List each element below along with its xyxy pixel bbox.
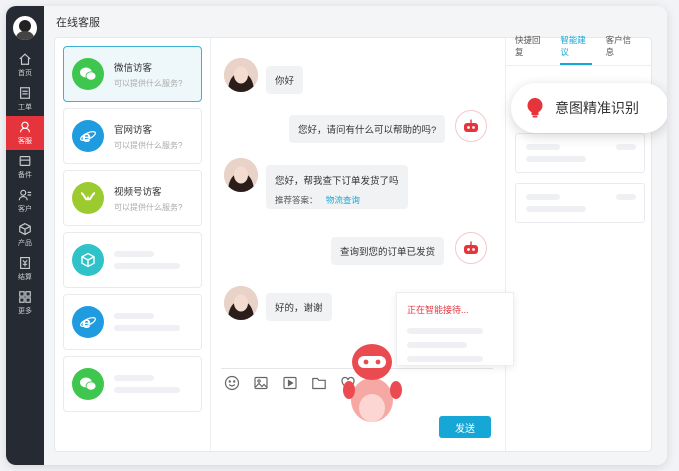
visitor-item-placeholder[interactable]: e xyxy=(63,294,202,350)
visitor-item-video-channel[interactable]: 视频号访客 可以提供什么服务? xyxy=(63,170,202,226)
placeholder-line xyxy=(526,206,586,212)
chat-message-visitor: 好的，谢谢 xyxy=(266,293,332,321)
folder-icon[interactable] xyxy=(311,375,327,391)
more-icon xyxy=(19,291,31,303)
assist-tabs: 快捷回复 智能建议 客户信息 xyxy=(506,35,651,66)
nav-label: 工单 xyxy=(18,104,32,111)
chat-message-visitor: 你好 xyxy=(266,66,304,94)
home-icon xyxy=(19,53,31,65)
nav-item-customer[interactable]: 客户 xyxy=(6,184,44,218)
tab-customer-info[interactable]: 客户信息 xyxy=(606,34,637,65)
visitor-name: 官网访客 xyxy=(114,124,153,136)
placeholder-line xyxy=(114,325,180,331)
visitor-avatar xyxy=(224,286,258,320)
svg-text:e: e xyxy=(82,129,91,145)
suggestion-card[interactable] xyxy=(515,133,645,173)
visitor-item-wechat[interactable]: 微信访客 可以提供什么服务? xyxy=(63,46,202,102)
visitor-last-message: 可以提供什么服务? xyxy=(114,78,183,88)
placeholder-line xyxy=(407,356,483,362)
intent-recognition-label: 意图精准识别 xyxy=(555,100,639,116)
placeholder-line xyxy=(526,144,560,150)
cube-icon xyxy=(72,244,104,276)
nav-item-product[interactable]: 产品 xyxy=(6,218,44,252)
robot-avatar xyxy=(455,110,487,142)
wechat-icon xyxy=(72,368,104,400)
visitor-name: 微信访客 xyxy=(114,62,153,74)
sidebar-nav: 首页 工单 客服 备件 客户 产品 结算 更多 xyxy=(6,6,44,465)
nav-label: 客服 xyxy=(18,138,32,145)
nav-label: 客户 xyxy=(18,206,32,213)
app-window: 首页 工单 客服 备件 客户 产品 结算 更多 在线客服 微信访客 可以提供什么… xyxy=(6,6,667,465)
chat-message-agent: 您好，请问有什么可以帮助的吗? xyxy=(289,115,446,143)
placeholder-line xyxy=(407,328,483,334)
chat-message-agent: 查询到您的订单已发货 xyxy=(331,237,445,265)
visitor-item-website[interactable]: e 官网访客 可以提供什么服务? xyxy=(63,108,202,164)
video-icon[interactable] xyxy=(282,375,298,391)
visitor-item-placeholder[interactable] xyxy=(63,356,202,412)
tab-quick-reply[interactable]: 快捷回复 xyxy=(515,34,546,65)
placeholder-line xyxy=(114,263,180,269)
ie-icon: e xyxy=(72,306,104,338)
customer-icon xyxy=(18,189,32,201)
suggestion-label: 推荐答案： xyxy=(275,195,318,205)
visitor-avatar xyxy=(224,58,258,92)
visitor-list: 微信访客 可以提供什么服务? e 官网访客 可以提供什么服务? 视频号访客 可以… xyxy=(55,38,211,451)
nav-label: 备件 xyxy=(18,172,32,179)
placeholder-line xyxy=(407,342,467,348)
visitor-last-message: 可以提供什么服务? xyxy=(114,140,183,150)
nav-label: 产品 xyxy=(18,240,32,247)
emoji-icon[interactable] xyxy=(224,375,240,391)
placeholder-line xyxy=(114,375,154,381)
robot-mascot xyxy=(343,344,402,422)
nav-label: 首页 xyxy=(18,70,32,77)
visitor-name: 视频号访客 xyxy=(114,186,162,198)
placeholder-line xyxy=(114,313,154,319)
nav-item-settlement[interactable]: 结算 xyxy=(6,252,44,286)
nav-item-service[interactable]: 客服 xyxy=(6,116,44,150)
lightbulb-icon xyxy=(527,98,543,118)
robot-avatar xyxy=(455,232,487,264)
nav-item-home[interactable]: 首页 xyxy=(6,48,44,82)
service-icon xyxy=(20,121,30,133)
tab-smart-suggestion[interactable]: 智能建议 xyxy=(560,34,592,65)
main-area: 在线客服 微信访客 可以提供什么服务? e 官网访客 可以提供什么服务? 视频号… xyxy=(44,6,667,465)
smart-reception-popup: 正在智能接待... xyxy=(396,292,514,366)
suggestion-row: 推荐答案： 物流查询 xyxy=(275,194,399,206)
visitor-item-placeholder[interactable] xyxy=(63,232,202,288)
robot-icon xyxy=(464,119,478,132)
nav-label: 结算 xyxy=(18,274,32,281)
page-title: 在线客服 xyxy=(56,17,100,29)
placeholder-line xyxy=(114,251,154,257)
ie-icon: e xyxy=(72,120,104,152)
wechat-icon xyxy=(72,58,104,90)
placeholder-line xyxy=(526,156,586,162)
chat-window: 你好 您好，请问有什么可以帮助的吗? 您好，帮我查下订单发货了吗 推荐答案： 物… xyxy=(211,38,505,451)
send-button[interactable]: 发送 xyxy=(439,416,491,438)
product-icon xyxy=(19,222,31,236)
suggestion-link[interactable]: 物流查询 xyxy=(326,195,360,205)
placeholder-line xyxy=(526,194,560,200)
nav-item-more[interactable]: 更多 xyxy=(6,286,44,320)
video-channel-icon xyxy=(72,182,104,214)
svg-text:e: e xyxy=(82,315,91,331)
user-avatar[interactable] xyxy=(13,16,37,40)
nav-item-parts[interactable]: 备件 xyxy=(6,150,44,184)
chat-message-text: 您好，帮我查下订单发货了吗 xyxy=(275,176,399,187)
smart-reception-status: 正在智能接待... xyxy=(407,305,469,315)
chat-message-visitor: 您好，帮我查下订单发货了吗 推荐答案： 物流查询 xyxy=(266,165,408,209)
settlement-icon xyxy=(20,257,30,269)
intent-recognition-badge: 意图精准识别 xyxy=(511,83,667,133)
parts-icon xyxy=(19,156,31,166)
image-icon[interactable] xyxy=(253,375,269,391)
visitor-last-message: 可以提供什么服务? xyxy=(114,202,183,212)
placeholder-line xyxy=(616,144,636,150)
nav-label: 更多 xyxy=(18,308,32,315)
placeholder-line xyxy=(114,387,180,393)
ticket-icon xyxy=(20,87,30,99)
nav-item-ticket[interactable]: 工单 xyxy=(6,82,44,116)
robot-icon xyxy=(464,241,478,254)
suggestion-card[interactable] xyxy=(515,183,645,223)
placeholder-line xyxy=(616,194,636,200)
visitor-avatar xyxy=(224,158,258,192)
